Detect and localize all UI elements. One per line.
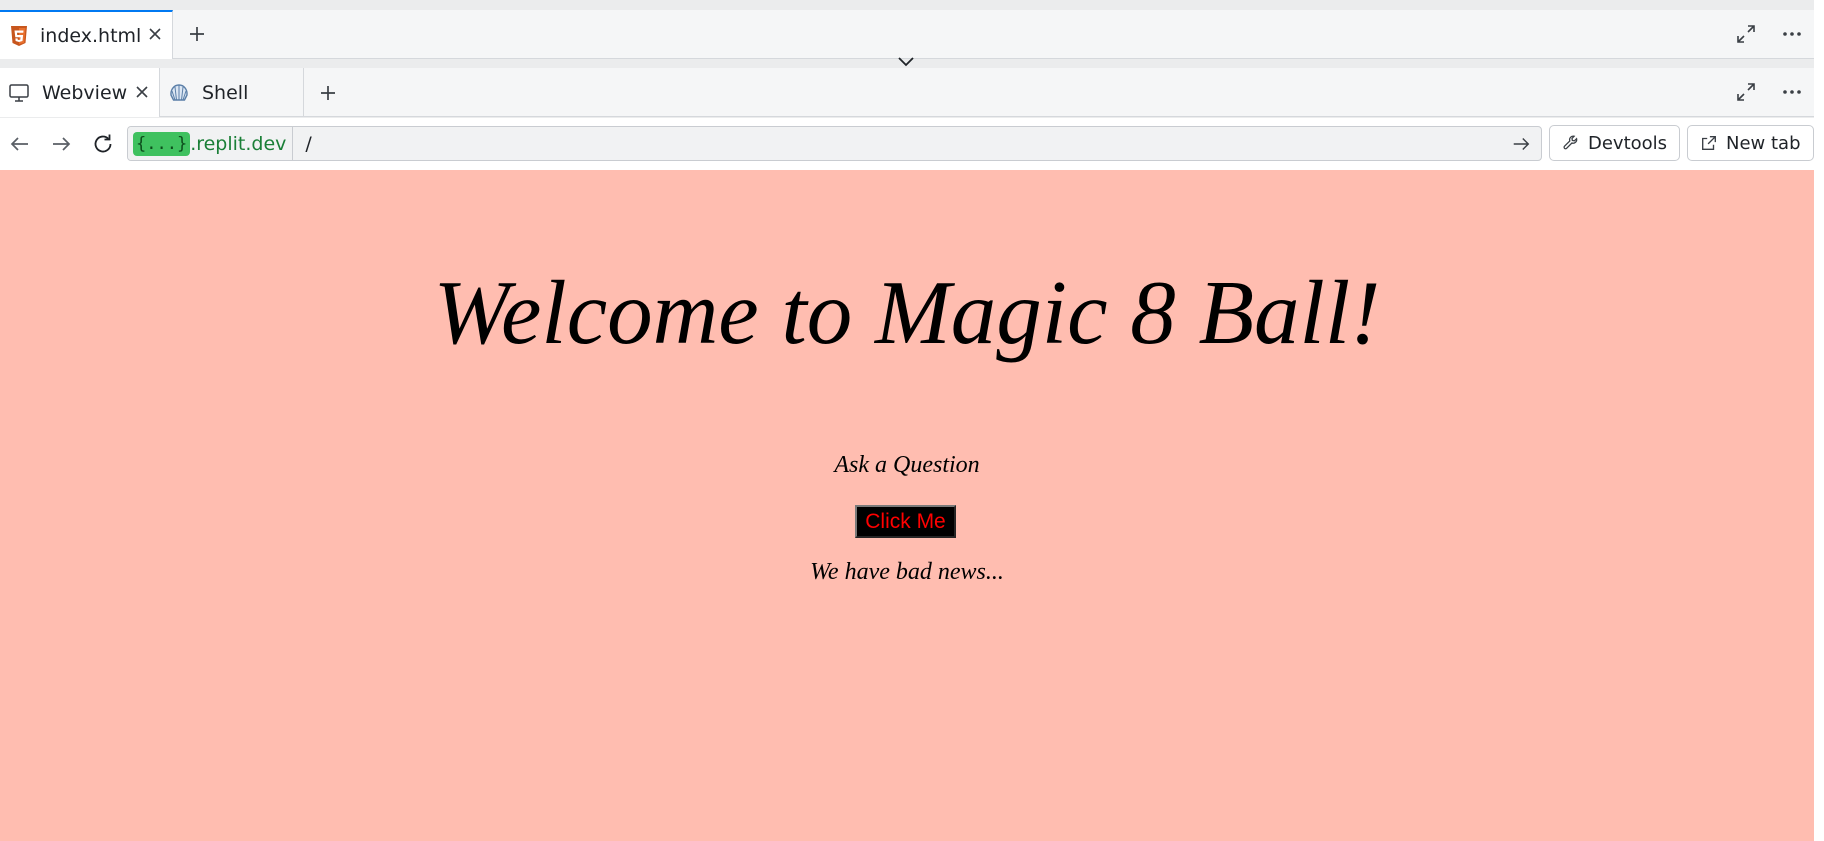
reload-icon[interactable] xyxy=(90,131,116,157)
tab-webview[interactable]: Webview xyxy=(0,68,160,117)
click-me-button[interactable]: Click Me xyxy=(855,505,956,538)
page-title: Welcome to Magic 8 Ball! xyxy=(433,262,1381,363)
editor-tab-bar: index.html xyxy=(0,10,1814,59)
close-icon[interactable] xyxy=(146,25,164,43)
maximize-icon[interactable] xyxy=(1734,22,1758,46)
more-icon[interactable] xyxy=(1780,80,1804,104)
question-prompt: Ask a Question xyxy=(834,452,980,478)
tab-label: index.html xyxy=(40,24,142,47)
shell-icon xyxy=(170,83,188,101)
pane-tab-actions xyxy=(1734,80,1804,104)
editor-tab-actions xyxy=(1734,22,1804,46)
plus-icon[interactable] xyxy=(317,82,339,104)
back-arrow-icon[interactable] xyxy=(7,131,33,157)
domain-text: .replit.dev xyxy=(190,132,287,155)
close-icon[interactable] xyxy=(133,83,151,101)
path-input[interactable] xyxy=(293,127,1501,160)
repl-badge: {...} xyxy=(133,131,191,156)
maximize-icon[interactable] xyxy=(1734,80,1758,104)
more-icon[interactable] xyxy=(1780,22,1804,46)
pane-tab-bar: Webview Shell xyxy=(0,68,1814,117)
go-arrow-icon[interactable] xyxy=(1501,127,1541,160)
tab-label: Shell xyxy=(202,81,249,104)
tab-shell[interactable]: Shell xyxy=(160,68,304,117)
devtools-button[interactable]: Devtools xyxy=(1549,125,1681,161)
new-tab-label: New tab xyxy=(1726,132,1801,154)
webview-frame: Welcome to Magic 8 Ball! Ask a Question … xyxy=(0,170,1814,841)
external-link-icon xyxy=(1702,136,1716,150)
new-tab-button[interactable]: New tab xyxy=(1687,125,1814,161)
answer-text: We have bad news... xyxy=(810,559,1004,585)
chevron-down-icon[interactable] xyxy=(897,55,915,69)
scrollbar-gutter[interactable] xyxy=(1814,0,1824,841)
tab-index-html[interactable]: index.html xyxy=(0,10,173,59)
monitor-icon xyxy=(9,83,29,102)
address-bar[interactable]: {...} .replit.dev xyxy=(127,126,1542,161)
html5-icon xyxy=(11,25,27,46)
domain-segment: {...} .replit.dev xyxy=(128,127,294,160)
tab-label: Webview xyxy=(42,81,128,104)
devtools-label: Devtools xyxy=(1588,132,1668,154)
plus-icon[interactable] xyxy=(186,23,208,45)
url-bar: {...} .replit.dev Devtools New tab xyxy=(0,118,1814,170)
forward-arrow-icon[interactable] xyxy=(48,131,74,157)
wrench-icon xyxy=(1563,135,1578,150)
